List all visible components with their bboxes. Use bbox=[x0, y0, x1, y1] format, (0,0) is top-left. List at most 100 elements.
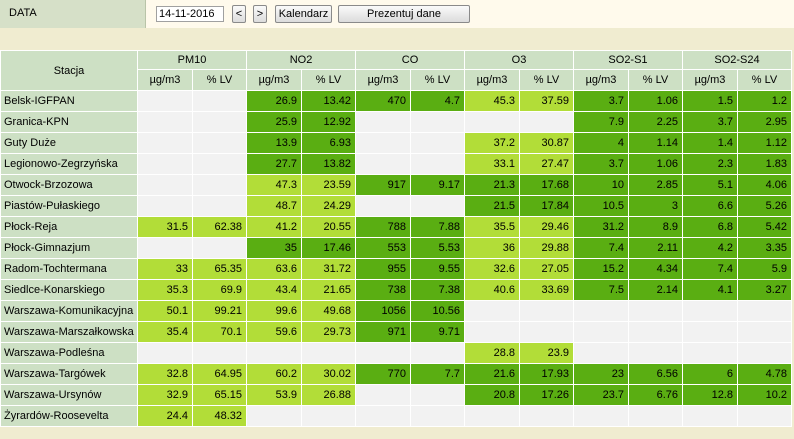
value-cell: 6.6 bbox=[683, 196, 737, 216]
top-bar: DATA 14-11-2016 < > Kalendarz Prezentuj … bbox=[0, 0, 794, 28]
lv-cell: 4.78 bbox=[738, 364, 791, 384]
lv-cell: 5.53 bbox=[411, 238, 464, 258]
lv-cell: 4.7 bbox=[411, 91, 464, 111]
lv-cell: 20.55 bbox=[302, 217, 355, 237]
value-cell: 41.2 bbox=[247, 217, 301, 237]
value-cell: 31.5 bbox=[138, 217, 192, 237]
lv-cell: 64.95 bbox=[193, 364, 246, 384]
value-cell: 470 bbox=[356, 91, 410, 111]
station-header: Stacja bbox=[1, 51, 137, 90]
value-cell bbox=[574, 343, 628, 363]
value-cell: 6 bbox=[683, 364, 737, 384]
value-cell: 7.9 bbox=[574, 112, 628, 132]
value-cell: 37.2 bbox=[465, 133, 519, 153]
station-name: Płock-Gimnazjum bbox=[1, 238, 137, 258]
lv-cell bbox=[520, 406, 573, 426]
lv-cell bbox=[411, 343, 464, 363]
value-cell bbox=[356, 133, 410, 153]
value-cell: 955 bbox=[356, 259, 410, 279]
value-cell bbox=[138, 196, 192, 216]
present-data-button[interactable]: Prezentuj dane bbox=[338, 5, 470, 23]
lv-cell: 23.9 bbox=[520, 343, 573, 363]
value-cell bbox=[683, 301, 737, 321]
measurement-table: Stacja PM10 NO2 CO O3 SO2-S1 SO2-S24 µg/… bbox=[0, 50, 792, 427]
value-cell bbox=[356, 385, 410, 405]
lv-cell bbox=[629, 343, 682, 363]
date-label: DATA bbox=[9, 7, 37, 19]
group-header-no2: NO2 bbox=[247, 51, 355, 69]
value-cell: 35.5 bbox=[465, 217, 519, 237]
value-cell bbox=[465, 406, 519, 426]
value-cell: 15.2 bbox=[574, 259, 628, 279]
value-cell: 4 bbox=[574, 133, 628, 153]
table-row: Otwock-Brzozowa 47.3 23.59 917 9.17 21.3 17.68… bbox=[1, 175, 791, 195]
lv-cell bbox=[411, 385, 464, 405]
value-cell bbox=[138, 343, 192, 363]
table-row: Belsk-IGFPAN 26.9 13.42 470 4.7 45.3 37.59 3.7 1… bbox=[1, 91, 791, 111]
group-header-so2-s24: SO2-S24 bbox=[683, 51, 791, 69]
date-label-cell: DATA bbox=[0, 0, 146, 28]
lv-cell: 37.59 bbox=[520, 91, 573, 111]
lv-cell: 6.76 bbox=[629, 385, 682, 405]
lv-cell: 7.88 bbox=[411, 217, 464, 237]
value-cell: 7.5 bbox=[574, 280, 628, 300]
table-row: Płock-Gimnazjum 35 17.46 553 5.53 36 29.88 7.4 2… bbox=[1, 238, 791, 258]
station-name: Guty Duże bbox=[1, 133, 137, 153]
value-cell: 99.6 bbox=[247, 301, 301, 321]
value-cell: 770 bbox=[356, 364, 410, 384]
lv-cell: 65.15 bbox=[193, 385, 246, 405]
lv-cell: 4.06 bbox=[738, 175, 791, 195]
lv-cell bbox=[411, 133, 464, 153]
lv-cell: 6.93 bbox=[302, 133, 355, 153]
next-day-button[interactable]: > bbox=[253, 5, 267, 23]
value-cell: 971 bbox=[356, 322, 410, 342]
date-input[interactable]: 14-11-2016 bbox=[156, 6, 224, 22]
value-cell: 48.7 bbox=[247, 196, 301, 216]
value-cell: 28.8 bbox=[465, 343, 519, 363]
value-cell bbox=[247, 343, 301, 363]
station-name: Otwock-Brzozowa bbox=[1, 175, 137, 195]
value-cell bbox=[465, 301, 519, 321]
group-header-pm10: PM10 bbox=[138, 51, 246, 69]
lv-cell bbox=[302, 406, 355, 426]
value-cell bbox=[356, 112, 410, 132]
lv-cell: 2.14 bbox=[629, 280, 682, 300]
value-cell: 4.2 bbox=[683, 238, 737, 258]
station-name: Warszawa-Ursynów bbox=[1, 385, 137, 405]
station-name: Granica-KPN bbox=[1, 112, 137, 132]
value-cell: 1.5 bbox=[683, 91, 737, 111]
station-name: Warszawa-Podleśna bbox=[1, 343, 137, 363]
value-cell: 63.6 bbox=[247, 259, 301, 279]
value-cell bbox=[465, 112, 519, 132]
table-row: Warszawa-Komunikacyjna 50.1 99.21 99.6 49.68… bbox=[1, 301, 791, 321]
prev-day-button[interactable]: < bbox=[232, 5, 246, 23]
lv-cell: 3 bbox=[629, 196, 682, 216]
value-cell: 788 bbox=[356, 217, 410, 237]
unit-header: µg/m3 bbox=[465, 70, 519, 90]
calendar-button[interactable]: Kalendarz bbox=[275, 5, 332, 23]
value-cell: 47.3 bbox=[247, 175, 301, 195]
lv-cell bbox=[193, 154, 246, 174]
lv-cell: 9.55 bbox=[411, 259, 464, 279]
table-row: Legionowo-Zegrzyńska 27.7 13.82 33.1 27.47 3.… bbox=[1, 154, 791, 174]
lv-cell: 6.56 bbox=[629, 364, 682, 384]
value-cell: 738 bbox=[356, 280, 410, 300]
lv-cell: 99.21 bbox=[193, 301, 246, 321]
lv-cell bbox=[520, 112, 573, 132]
value-cell: 35.4 bbox=[138, 322, 192, 342]
lv-cell: 7.7 bbox=[411, 364, 464, 384]
lv-cell bbox=[629, 301, 682, 321]
lv-cell: 3.35 bbox=[738, 238, 791, 258]
value-cell: 31.2 bbox=[574, 217, 628, 237]
value-cell: 3.7 bbox=[683, 112, 737, 132]
table-row: Warszawa-Podleśna 28.8 23.9 bbox=[1, 343, 791, 363]
lv-header: % LV bbox=[738, 70, 791, 90]
value-cell: 33 bbox=[138, 259, 192, 279]
value-cell: 6.8 bbox=[683, 217, 737, 237]
unit-header: µg/m3 bbox=[138, 70, 192, 90]
lv-cell bbox=[193, 91, 246, 111]
lv-cell: 5.42 bbox=[738, 217, 791, 237]
lv-cell: 33.69 bbox=[520, 280, 573, 300]
value-cell bbox=[247, 406, 301, 426]
lv-cell: 1.12 bbox=[738, 133, 791, 153]
